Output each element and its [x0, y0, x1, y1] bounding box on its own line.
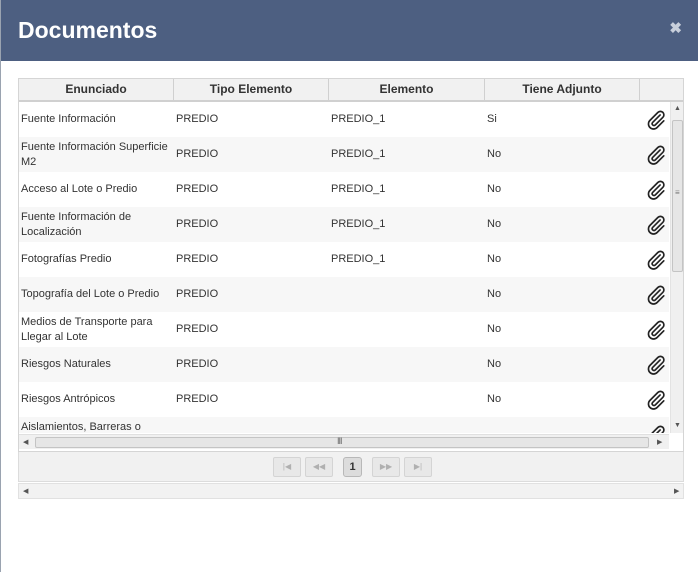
cell-adjunto: No — [487, 183, 502, 195]
cell-tipo: PREDIO — [176, 323, 219, 335]
table-row[interactable]: Fuente Información de Localización PREDIO… — [19, 207, 669, 242]
paperclip-icon[interactable] — [645, 353, 667, 377]
scroll-grip-icon: III — [337, 436, 342, 446]
cell-elemento — [329, 312, 485, 347]
table-row[interactable]: Riesgos Antrópicos PREDIO No — [19, 382, 669, 417]
table-row[interactable]: Aislamientos, Barreras o retiros — [19, 417, 669, 433]
cell-enunciado: Fuente Información — [21, 113, 116, 125]
table-row[interactable]: Fuente Información Superficie M2 PREDIO PR… — [19, 137, 669, 172]
cell-enunciado: Fotografías Predio — [21, 253, 112, 265]
cell-adjunto: No — [487, 148, 502, 160]
cell-tipo: PREDIO — [176, 113, 219, 125]
cell-adjunto: No — [487, 253, 502, 265]
paperclip-icon[interactable] — [645, 388, 667, 412]
paperclip-icon[interactable] — [645, 213, 667, 237]
table-row[interactable]: Fotografías Predio PREDIO PREDIO_1 No — [19, 242, 669, 277]
column-header-tiene-adjunto[interactable]: Tiene Adjunto — [485, 79, 640, 100]
cell-elemento — [329, 347, 485, 382]
cell-enunciado: Fuente Información de Localización — [21, 210, 132, 238]
prev-page-button[interactable]: ◀◀ — [305, 457, 333, 477]
cell-adjunto: No — [487, 288, 502, 300]
vertical-scrollbar[interactable]: ▲ ≡ ▼ — [670, 102, 683, 433]
cell-tipo: PREDIO — [176, 393, 219, 405]
cell-enunciado: Topografía del Lote o Predio — [21, 288, 160, 300]
cell-elemento: PREDIO_1 — [331, 183, 386, 195]
cell-adjunto: No — [487, 358, 502, 370]
cell-enunciado: Acceso al Lote o Predio — [21, 183, 138, 195]
cell-elemento — [329, 417, 485, 433]
table-row[interactable]: Acceso al Lote o Predio PREDIO PREDIO_1 No — [19, 172, 669, 207]
table-header: Enunciado Tipo Elemento Elemento Tiene A… — [19, 79, 683, 102]
table-row[interactable]: Topografía del Lote o Predio PREDIO No — [19, 277, 669, 312]
cell-elemento: PREDIO_1 — [331, 253, 386, 265]
paperclip-icon[interactable] — [645, 283, 667, 307]
paperclip-icon[interactable] — [645, 248, 667, 272]
cell-adjunto — [485, 417, 640, 433]
cell-adjunto: No — [487, 393, 502, 405]
column-header-actions — [640, 79, 683, 100]
cell-enunciado: Riesgos Naturales — [21, 358, 111, 370]
cell-adjunto: Si — [487, 113, 497, 125]
outer-scroll-right-arrow[interactable]: ▶ — [674, 487, 679, 495]
cell-enunciado: Fuente Información Superficie M2 — [21, 140, 168, 168]
table-row[interactable]: Riesgos Naturales PREDIO No — [19, 347, 669, 382]
scroll-down-arrow[interactable]: ▼ — [674, 422, 681, 429]
cell-tipo: PREDIO — [176, 288, 219, 300]
scroll-up-arrow[interactable]: ▲ — [674, 105, 681, 112]
paperclip-icon[interactable] — [645, 423, 667, 433]
column-header-enunciado[interactable]: Enunciado — [19, 79, 174, 100]
paperclip-icon[interactable] — [645, 318, 667, 342]
cell-tipo: PREDIO — [176, 358, 219, 370]
table-row[interactable]: Medios de Transporte para Llegar al Lote… — [19, 312, 669, 347]
cell-adjunto: No — [487, 323, 502, 335]
cell-tipo — [174, 417, 329, 433]
next-page-button[interactable]: ▶▶ — [372, 457, 400, 477]
cell-tipo: PREDIO — [176, 183, 219, 195]
outer-horizontal-scrollbar[interactable]: ◀ ▶ — [18, 483, 684, 499]
horizontal-scroll-thumb[interactable]: III — [35, 436, 649, 448]
paperclip-icon[interactable] — [645, 108, 667, 132]
close-icon[interactable]: ✖ — [669, 19, 682, 37]
cell-elemento — [329, 277, 485, 312]
documents-dialog: Documentos ✖ Enunciado Tipo Elemento Ele… — [0, 0, 698, 572]
cell-elemento: PREDIO_1 — [331, 218, 386, 230]
cell-enunciado: Aislamientos, Barreras o retiros — [21, 420, 141, 433]
column-header-tipo-elemento[interactable]: Tipo Elemento — [174, 79, 329, 100]
cell-elemento: PREDIO_1 — [331, 148, 386, 160]
current-page-button[interactable]: 1 — [343, 457, 362, 477]
cell-enunciado: Riesgos Antrópicos — [21, 393, 116, 405]
paperclip-icon[interactable] — [645, 178, 667, 202]
cell-tipo: PREDIO — [176, 253, 219, 265]
pager: |◀ ◀◀ 1 ▶▶ ▶| — [18, 452, 684, 482]
scroll-right-arrow[interactable]: ▶ — [657, 438, 662, 446]
horizontal-scrollbar[interactable]: ◀ III ▶ — [19, 434, 669, 449]
last-page-button[interactable]: ▶| — [404, 457, 432, 477]
table-body: Fuente Información PREDIO PREDIO_1 Si Fuente… — [19, 102, 669, 433]
cell-tipo: PREDIO — [176, 148, 219, 160]
scroll-left-arrow[interactable]: ◀ — [23, 438, 28, 446]
documents-table: Enunciado Tipo Elemento Elemento Tiene A… — [18, 78, 684, 452]
column-header-elemento[interactable]: Elemento — [329, 79, 485, 100]
dialog-title: Documentos — [18, 17, 158, 43]
cell-tipo: PREDIO — [176, 218, 219, 230]
table-row[interactable]: Fuente Información PREDIO PREDIO_1 Si — [19, 102, 669, 137]
cell-elemento: PREDIO_1 — [331, 113, 386, 125]
paperclip-icon[interactable] — [645, 143, 667, 167]
cell-enunciado: Medios de Transporte para Llegar al Lote — [21, 315, 153, 343]
vertical-scroll-thumb[interactable]: ≡ — [672, 120, 683, 272]
cell-adjunto: No — [487, 218, 502, 230]
outer-scroll-left-arrow[interactable]: ◀ — [23, 487, 28, 495]
first-page-button[interactable]: |◀ — [273, 457, 301, 477]
dialog-titlebar: Documentos ✖ — [1, 0, 698, 61]
cell-elemento — [329, 382, 485, 417]
scroll-grip-icon: ≡ — [675, 188, 680, 197]
